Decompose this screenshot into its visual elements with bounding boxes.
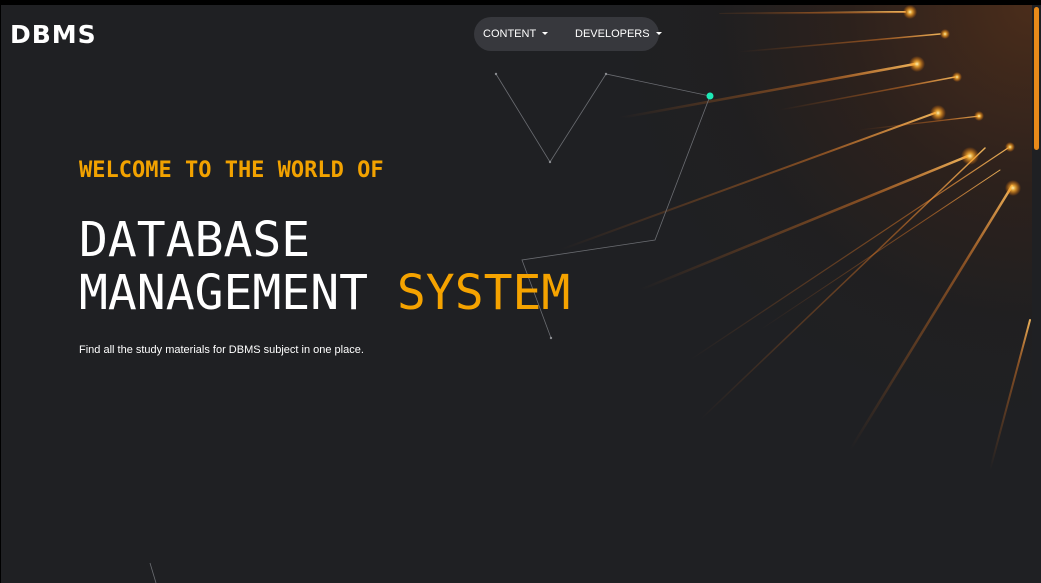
hero-title: DATABASE MANAGEMENT SYSTEM (79, 214, 570, 320)
page: DBMS CONTENT DEVELOPERS WELCOME TO THE W… (0, 0, 1041, 583)
hero-title-accent: SYSTEM (396, 265, 571, 321)
left-edge (0, 0, 1, 583)
nav-developers-label: DEVELOPERS (575, 28, 650, 40)
caret-down-icon (542, 31, 549, 35)
nav-content-label: CONTENT (483, 28, 537, 40)
hero-eyebrow: WELCOME TO THE WORLD OF (79, 158, 384, 183)
caret-down-icon (655, 31, 662, 35)
hero-title-line2: MANAGEMENT SYSTEM (79, 267, 570, 320)
hero-bottom-fade (420, 470, 1032, 484)
nav-content-dropdown[interactable]: CONTENT (483, 17, 549, 51)
network-lines (149, 73, 711, 583)
brand-logo[interactable]: DBMS (10, 20, 97, 50)
network-node-dot (706, 92, 714, 100)
scrollbar-thumb[interactable] (1034, 7, 1039, 150)
hero-title-main: MANAGEMENT (79, 265, 368, 321)
hero-title-line1: DATABASE (79, 212, 311, 268)
hero-subtitle: Find all the study materials for DBMS su… (79, 344, 364, 356)
nav-developers-dropdown[interactable]: DEVELOPERS (575, 17, 662, 51)
main-nav: CONTENT DEVELOPERS (474, 17, 662, 51)
